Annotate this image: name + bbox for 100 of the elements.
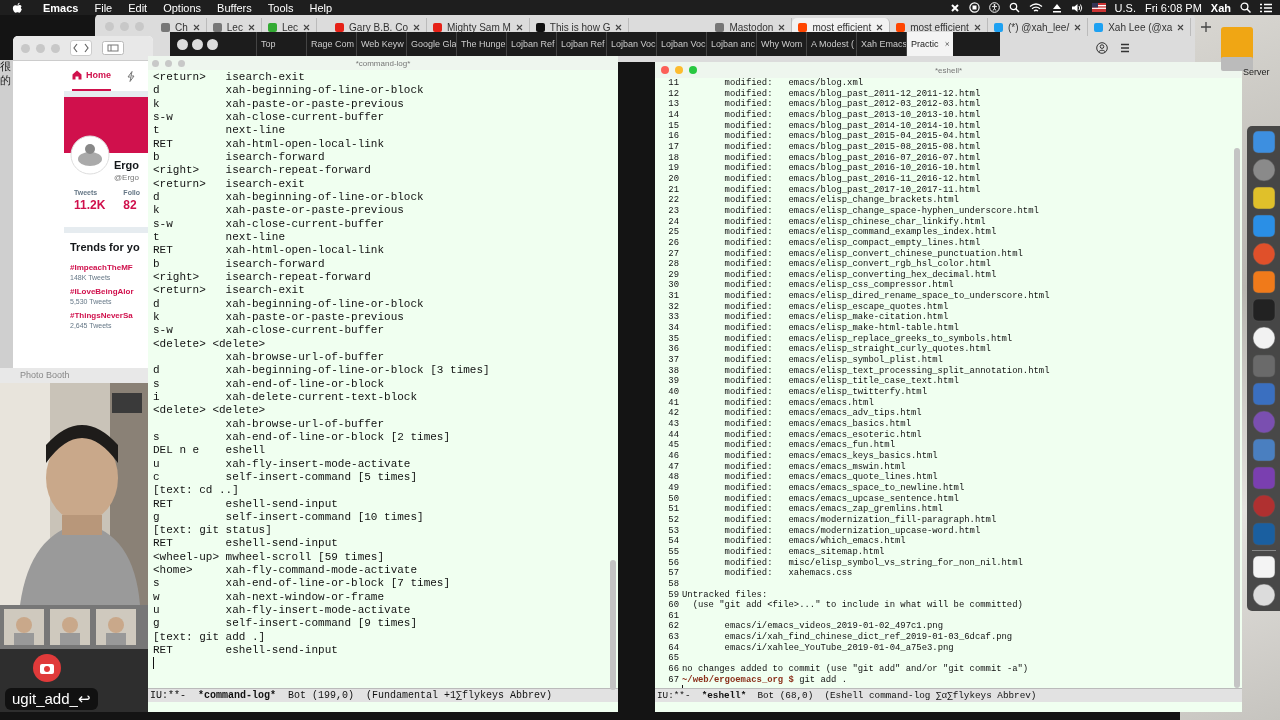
- key-sequence: g: [153, 510, 161, 525]
- close-icon[interactable]: [303, 23, 311, 31]
- close-icon[interactable]: [1074, 23, 1082, 31]
- file-status: modified:: [723, 365, 774, 376]
- command-name: xah-close-current-buffer: [225, 324, 385, 338]
- browser-tab[interactable]: Why Wom: [756, 32, 806, 56]
- close-icon[interactable]: [876, 23, 884, 31]
- key-sequence: w: [153, 590, 161, 605]
- app-icon[interactable]: [1251, 270, 1276, 294]
- command-name: self-insert-command [10 times]: [225, 510, 424, 525]
- buffer-position: Bot (199,0): [288, 689, 355, 702]
- line-number: 15: [667, 120, 680, 132]
- line-number: 25: [667, 227, 680, 238]
- new-tab-icon[interactable]: [1201, 22, 1212, 32]
- profile-icon[interactable]: [1096, 42, 1108, 54]
- window-button[interactable]: [177, 38, 188, 50]
- browser-tab[interactable]: Lojban anc: [706, 32, 756, 56]
- close-icon[interactable]: [615, 23, 623, 31]
- line-number: 58: [667, 578, 680, 590]
- close-icon[interactable]: [1177, 23, 1185, 31]
- line-number: 21: [667, 184, 680, 196]
- profile-name[interactable]: Ergo: [114, 159, 140, 171]
- file-status: modified:: [723, 248, 774, 259]
- camera-button[interactable]: [32, 653, 62, 683]
- app-icon[interactable]: [1251, 186, 1276, 210]
- browser-tab[interactable]: Xah Lee (@xa: [1088, 18, 1192, 36]
- magnifier-icon[interactable]: [1008, 2, 1020, 13]
- search-icon[interactable]: [1240, 2, 1251, 13]
- buffer-name: *eshell*: [701, 689, 747, 702]
- app-menu[interactable]: Emacs: [35, 1, 87, 14]
- app-icon[interactable]: [1251, 326, 1276, 350]
- close-icon[interactable]: [973, 23, 981, 31]
- file-path: emacs/modernization_fill-paragraph.html: [788, 514, 997, 526]
- output-line: (use "git add <file>..." to include in what will be committed): [691, 600, 1023, 611]
- close-icon[interactable]: [247, 23, 255, 31]
- file-status: modified:: [723, 355, 774, 366]
- file-path: misc/elisp_symbol_vs_string_for_non_nil.html: [788, 557, 1023, 568]
- menu-item[interactable]: Help: [301, 1, 341, 14]
- key-sequence: d: [153, 364, 161, 378]
- stat-value[interactable]: 82: [123, 198, 141, 212]
- line-number: 63: [667, 632, 680, 643]
- app-icon[interactable]: [1251, 555, 1276, 579]
- line-number: 52: [667, 514, 680, 526]
- record-icon[interactable]: [968, 2, 980, 13]
- line-number: 65: [667, 653, 680, 665]
- key-sequence: s: [153, 377, 161, 391]
- apple-icon[interactable]: [12, 1, 23, 14]
- lightning-icon[interactable]: [127, 70, 135, 82]
- wifi-icon[interactable]: [1028, 2, 1043, 13]
- browser-tab[interactable]: A Modest (: [806, 32, 856, 56]
- window-button[interactable]: [192, 38, 203, 50]
- flag-icon[interactable]: [1091, 3, 1106, 12]
- line-number: 57: [667, 568, 680, 579]
- scrollbar-thumb[interactable]: [610, 560, 616, 690]
- key-sequence: b: [153, 150, 161, 165]
- back-forward-buttons[interactable]: [70, 40, 92, 56]
- command-name: xah-html-open-local-link: [225, 137, 385, 151]
- eject-icon[interactable]: [1051, 2, 1062, 13]
- accessibility-icon[interactable]: [988, 2, 1000, 13]
- file-status: modified:: [723, 152, 774, 163]
- sidebar-icon[interactable]: [102, 41, 124, 55]
- key-sequence: <wheel-up>: [153, 550, 220, 565]
- volume-icon[interactable]: [1070, 2, 1083, 13]
- menu-item[interactable]: Edit: [120, 1, 156, 14]
- key-sequence: RET: [153, 244, 174, 258]
- key-sequence: t: [153, 124, 161, 138]
- tab-title: Mighty Sam M: [446, 21, 511, 33]
- browser-tab[interactable]: Lojban Voc: [656, 32, 706, 56]
- line-number: 55: [667, 546, 680, 558]
- trend-link[interactable]: #ThingsNeverSa: [70, 311, 147, 320]
- drive-label[interactable]: Server: [1243, 67, 1270, 77]
- app-icon[interactable]: [1251, 583, 1276, 607]
- menu-item[interactable]: File: [86, 1, 121, 14]
- key-sequence: [text: cd ..]: [153, 484, 239, 498]
- home-tab[interactable]: Home: [72, 61, 111, 91]
- trend-link[interactable]: #ImpeachTheMF: [70, 263, 147, 272]
- file-status: modified:: [723, 504, 774, 515]
- close-icon[interactable]: [515, 23, 523, 31]
- menu-item[interactable]: Options: [155, 1, 210, 14]
- browser-tab[interactable]: Practic: [906, 32, 953, 56]
- scrollbar-thumb[interactable]: [1234, 148, 1240, 688]
- avatar: [70, 135, 110, 175]
- close-icon[interactable]: [778, 23, 786, 31]
- window-button[interactable]: [207, 38, 218, 50]
- status-icon[interactable]: [949, 2, 960, 13]
- close-icon[interactable]: [412, 23, 420, 31]
- close-icon[interactable]: [192, 23, 200, 31]
- trend-link[interactable]: #ILoveBeingAlor: [70, 287, 147, 296]
- key-sequence: <delete> <delete>: [153, 404, 266, 418]
- input-source[interactable]: U.S.: [1114, 1, 1136, 14]
- list-icon[interactable]: [1260, 2, 1272, 13]
- menu-item[interactable]: Tools: [259, 1, 302, 14]
- stat-value[interactable]: 11.2K: [74, 198, 106, 212]
- command-name: xah-beginning-of-line-or-block: [225, 190, 424, 205]
- file-status: modified:: [723, 301, 774, 312]
- user-name[interactable]: Xah: [1210, 1, 1231, 14]
- clock[interactable]: Fri 6:08 PM: [1144, 1, 1202, 14]
- menu-item[interactable]: Buffers: [209, 1, 260, 14]
- window-title: Photo Booth: [0, 368, 148, 383]
- menu-icon[interactable]: [1120, 43, 1130, 53]
